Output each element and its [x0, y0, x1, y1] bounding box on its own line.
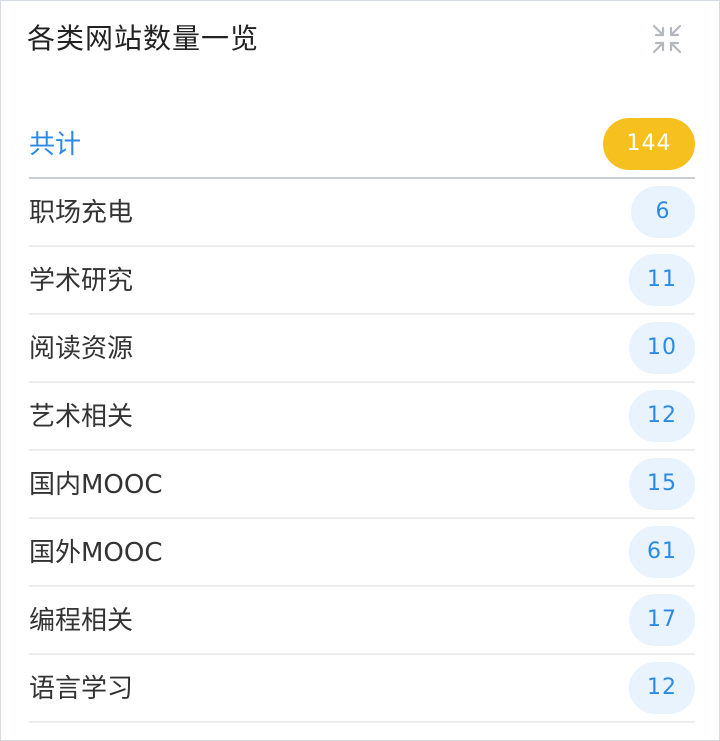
category-label: 编程相关: [29, 606, 134, 636]
category-count-badge: 10: [629, 322, 695, 374]
category-row-academic[interactable]: 学术研究 11: [29, 247, 695, 315]
total-label: 共计: [29, 130, 82, 160]
category-label: 国内MOOC: [29, 470, 163, 500]
category-count-badge: 12: [629, 390, 695, 442]
category-label: 阅读资源: [29, 334, 134, 364]
category-count-badge: 17: [629, 594, 695, 646]
category-label: 职场充电: [29, 198, 134, 228]
panel-title: 各类网站数量一览: [27, 22, 260, 55]
total-count-badge: 144: [603, 118, 695, 170]
total-row[interactable]: 共计 144: [29, 111, 695, 179]
category-label: 国外MOOC: [29, 538, 163, 568]
category-label: 语言学习: [29, 674, 134, 704]
category-row-domestic-mooc[interactable]: 国内MOOC 15: [29, 451, 695, 519]
category-row-foreign-mooc[interactable]: 国外MOOC 61: [29, 519, 695, 587]
site-count-panel: 各类网站数量一览 共计 144 职场充电 6 学术研究 11 阅读资源 10 艺…: [0, 0, 720, 741]
category-count-badge: 15: [629, 458, 695, 510]
category-row-art[interactable]: 艺术相关 12: [29, 383, 695, 451]
category-count-badge: 12: [629, 662, 695, 714]
category-list: 共计 144 职场充电 6 学术研究 11 阅读资源 10 艺术相关 12 国内…: [29, 111, 695, 723]
category-label: 艺术相关: [29, 402, 134, 432]
category-count-badge: 6: [631, 186, 695, 238]
category-row-language[interactable]: 语言学习 12: [29, 655, 695, 723]
category-count-badge: 11: [629, 254, 695, 306]
category-count-badge: 61: [629, 526, 695, 578]
collapse-button[interactable]: [651, 23, 683, 55]
collapse-arrows-icon: [652, 24, 682, 54]
category-row-programming[interactable]: 编程相关 17: [29, 587, 695, 655]
category-row-career[interactable]: 职场充电 6: [29, 179, 695, 247]
category-label: 学术研究: [29, 266, 134, 296]
category-row-reading[interactable]: 阅读资源 10: [29, 315, 695, 383]
